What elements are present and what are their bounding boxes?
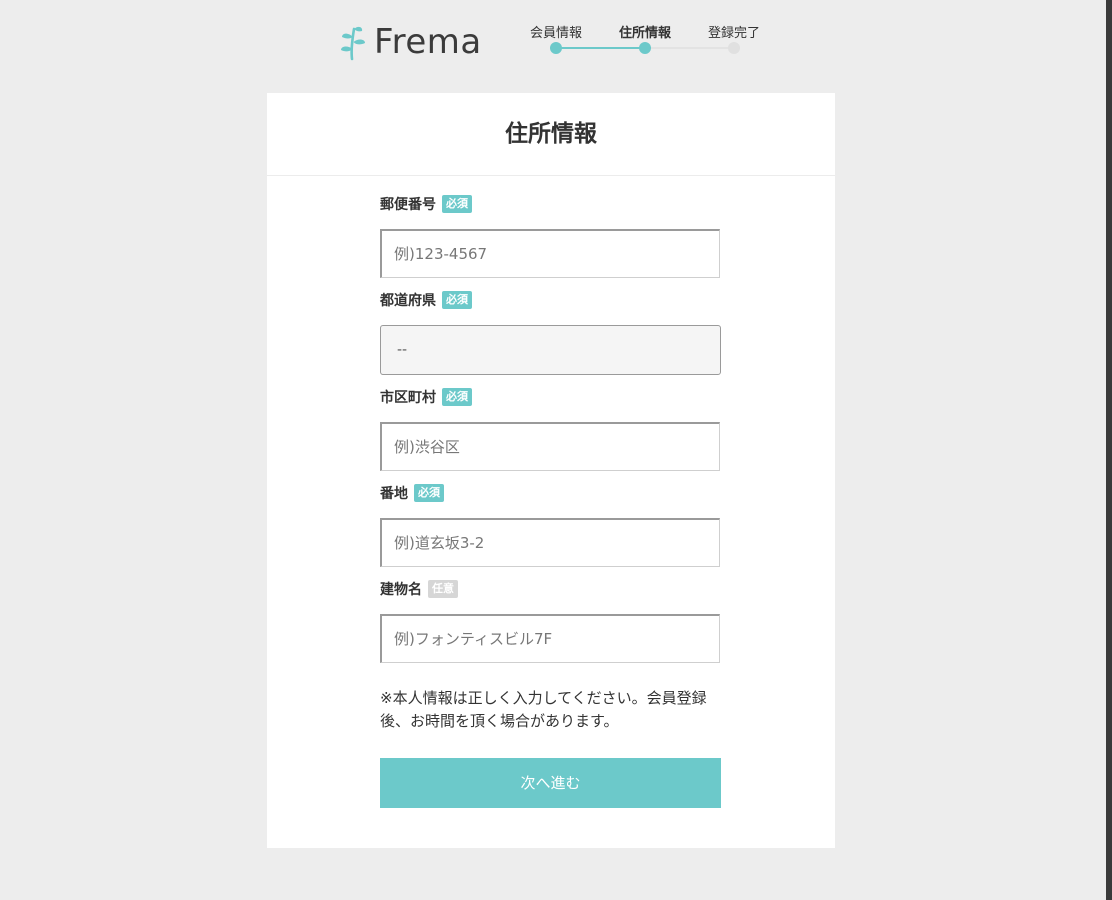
building-input[interactable] xyxy=(380,614,720,663)
prefecture-label: 都道府県 xyxy=(380,293,436,309)
address-form-card: 住所情報 郵便番号 必須 都道府県 必須 -- 市区町村 必須 xyxy=(267,93,835,848)
building-group: 建物名 任意 xyxy=(380,578,722,663)
step-label-address-info: 住所情報 xyxy=(618,26,671,41)
step-label-complete: 登録完了 xyxy=(707,26,760,41)
building-label: 建物名 xyxy=(380,582,422,598)
address-form: 郵便番号 必須 都道府県 必須 -- 市区町村 必須 番地 必須 xyxy=(380,193,722,808)
street-group: 番地 必須 xyxy=(380,482,722,567)
logo[interactable]: Frema xyxy=(338,22,482,62)
street-input[interactable] xyxy=(380,518,720,567)
window-edge xyxy=(1106,0,1112,900)
postal-code-label: 郵便番号 xyxy=(380,197,436,213)
leaf-sprout-icon xyxy=(338,23,368,61)
street-label: 番地 xyxy=(380,486,408,502)
city-label: 市区町村 xyxy=(380,390,436,406)
prefecture-select[interactable]: -- xyxy=(380,325,721,375)
progress-line-pending xyxy=(645,47,734,49)
prefecture-group: 都道府県 必須 -- xyxy=(380,289,722,375)
step-dot-member-info xyxy=(550,42,562,54)
step-dot-complete xyxy=(728,42,740,54)
required-badge: 必須 xyxy=(414,484,444,502)
progress-steps: 会員情報 住所情報 登録完了 xyxy=(512,18,776,62)
city-group: 市区町村 必須 xyxy=(380,386,722,471)
postal-code-input[interactable] xyxy=(380,229,720,278)
logo-text: Frema xyxy=(374,22,482,62)
notice-text: ※本人情報は正しく入力してください。会員登録後、お時間を頂く場合があります。 xyxy=(380,689,707,730)
city-input[interactable] xyxy=(380,422,720,471)
postal-code-group: 郵便番号 必須 xyxy=(380,193,722,278)
header: Frema 会員情報 住所情報 登録完了 xyxy=(0,0,1112,80)
required-badge: 必須 xyxy=(442,388,472,406)
required-badge: 必須 xyxy=(442,195,472,213)
next-button[interactable]: 次へ進む xyxy=(380,758,721,808)
step-dot-address-info xyxy=(639,42,651,54)
optional-badge: 任意 xyxy=(428,580,458,598)
step-label-member-info: 会員情報 xyxy=(529,26,582,41)
progress-line-done xyxy=(556,47,645,49)
page-title: 住所情報 xyxy=(267,93,835,176)
required-badge: 必須 xyxy=(442,291,472,309)
